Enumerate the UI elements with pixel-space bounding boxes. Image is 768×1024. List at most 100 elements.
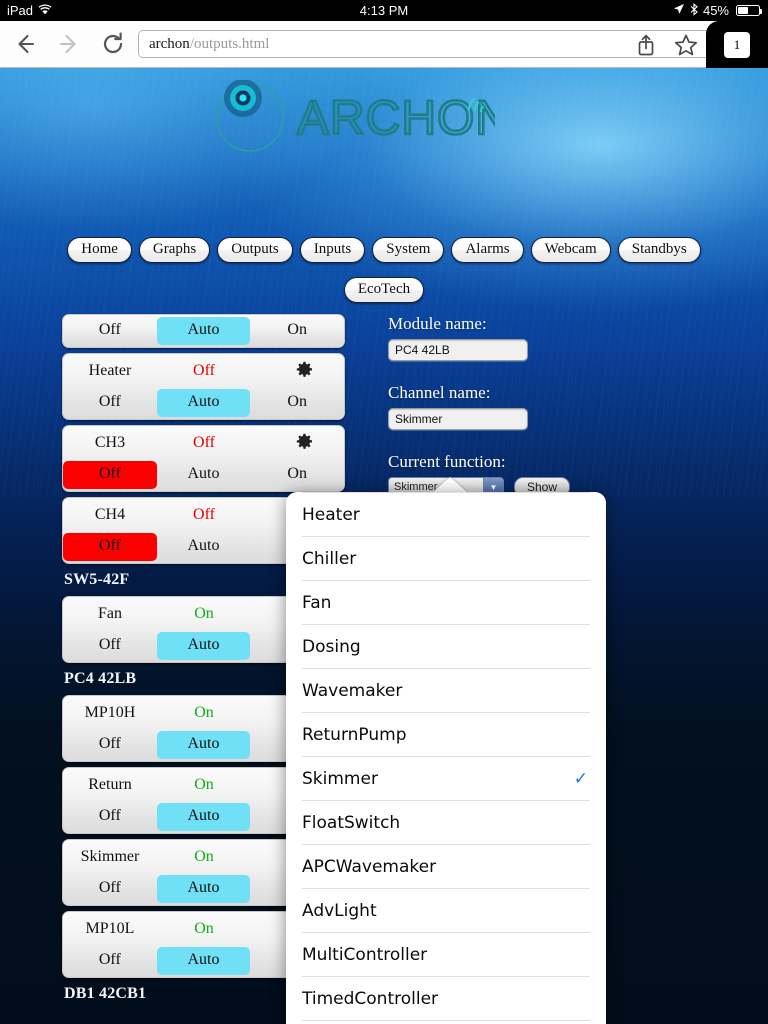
channel-state-label: On xyxy=(194,847,214,865)
channel-state-label: On xyxy=(194,703,214,721)
function-option-label: Skimmer xyxy=(302,768,378,789)
bookmark-star-icon[interactable] xyxy=(666,25,706,65)
site-logo: ARCHON xyxy=(0,80,768,160)
function-option-timedcontroller[interactable]: TimedController xyxy=(302,976,590,1020)
function-option-label: TimedController xyxy=(302,988,439,1009)
channel-card-header: CH3 Off xyxy=(63,426,344,459)
function-option-label: AdvLight xyxy=(302,900,377,921)
channel-name-label: Channel name: xyxy=(388,383,491,402)
channel-state-label: Off xyxy=(193,505,215,523)
nav-link-system[interactable]: System xyxy=(372,237,445,263)
function-option-dosing[interactable]: Dosing xyxy=(302,624,590,668)
mode-button-off[interactable]: Off xyxy=(63,533,157,561)
share-icon[interactable] xyxy=(626,25,666,65)
mode-button-auto[interactable]: Auto xyxy=(156,803,251,831)
tab-count-button[interactable]: 1 xyxy=(706,21,768,68)
gear-icon[interactable] xyxy=(294,359,314,379)
location-arrow-icon xyxy=(673,3,685,18)
nav-link-ecotech[interactable]: EcoTech xyxy=(343,277,425,303)
function-dropdown-popover: Heater Chiller Fan Dosing Wavemaker ReturnPum… xyxy=(286,492,606,1024)
module-name-label: Module name: xyxy=(388,314,487,333)
url-host: archon xyxy=(149,35,190,52)
function-option-advlight[interactable]: AdvLight xyxy=(302,888,590,932)
function-option-label: FloatSwitch xyxy=(302,812,401,833)
mode-button-off[interactable]: Off xyxy=(63,389,157,417)
module-name-input[interactable]: PC4 42LB xyxy=(388,339,528,361)
mode-button-auto[interactable]: Auto xyxy=(156,632,251,660)
mode-button-on[interactable]: On xyxy=(250,389,344,417)
mode-button-auto[interactable]: Auto xyxy=(156,947,251,975)
channel-state-label: Off xyxy=(193,361,215,379)
channel-state-label: On xyxy=(194,919,214,937)
url-path: /outputs.html xyxy=(189,35,270,52)
channel-card-header: Heater Off xyxy=(63,354,344,387)
forward-button[interactable] xyxy=(50,25,88,63)
function-option-returnpump[interactable]: ReturnPump xyxy=(302,712,590,756)
nav-link-standbys[interactable]: Standbys xyxy=(617,237,701,263)
current-function-label: Current function: xyxy=(388,452,506,471)
mode-button-off[interactable]: Off xyxy=(63,731,157,759)
mode-button-off[interactable]: Off xyxy=(63,803,157,831)
battery-icon xyxy=(736,5,762,16)
function-option-label: Fan xyxy=(302,592,332,613)
mode-button-auto[interactable]: Auto xyxy=(157,461,251,489)
mode-button-auto[interactable]: Auto xyxy=(156,389,251,417)
channel-name-label[interactable]: MP10H xyxy=(63,704,157,722)
nav-link-graphs[interactable]: Graphs xyxy=(138,237,211,263)
channel-detail-form: Module name: PC4 42LB Channel name: Skim… xyxy=(388,314,628,497)
function-option-label: Wavemaker xyxy=(302,680,403,701)
archon-logo-mark: ARCHON xyxy=(216,80,495,152)
status-right: 45% xyxy=(673,2,762,19)
gear-icon[interactable] xyxy=(294,431,314,451)
mode-button-off[interactable]: Off xyxy=(63,632,157,660)
svg-text:ARCHON: ARCHON xyxy=(297,92,495,145)
channel-state-label: Off xyxy=(193,433,215,451)
mode-button-on[interactable]: On xyxy=(250,461,344,489)
mode-button-auto[interactable]: Auto xyxy=(157,533,251,561)
channel-name-label[interactable]: CH3 xyxy=(63,434,157,452)
mode-button-off[interactable]: Off xyxy=(63,461,157,489)
channel-name-label[interactable]: Skimmer xyxy=(63,848,157,866)
channel-name-label[interactable]: Return xyxy=(63,776,157,794)
mode-button-auto[interactable]: Auto xyxy=(156,317,251,345)
function-option-mlc[interactable]: MLC xyxy=(302,1020,590,1024)
channel-mode-segments: OffAutoOn xyxy=(63,459,344,491)
mode-button-off[interactable]: Off xyxy=(63,875,157,903)
ios-status-bar: iPad 4:13 PM 45% xyxy=(0,0,768,21)
function-option-heater[interactable]: Heater xyxy=(302,492,590,536)
nav-link-webcam[interactable]: Webcam xyxy=(530,237,611,263)
nav-link-home[interactable]: Home xyxy=(67,237,132,263)
function-option-chiller[interactable]: Chiller xyxy=(302,536,590,580)
function-option-fan[interactable]: Fan xyxy=(302,580,590,624)
mode-button-auto[interactable]: Auto xyxy=(156,731,251,759)
channel-card: CH3 Off Off Auto On xyxy=(62,425,345,492)
channel-card: Off Auto On xyxy=(62,314,345,348)
ipad-screenshot: iPad 4:13 PM 45% archon /outputs.html 1 … xyxy=(0,0,768,1024)
popover-arrow xyxy=(432,477,468,493)
function-option-apcwavemaker[interactable]: APCWavemaker xyxy=(302,844,590,888)
channel-name-label[interactable]: Heater xyxy=(63,362,157,380)
function-option-label: Dosing xyxy=(302,636,361,657)
function-option-multicontroller[interactable]: MultiController xyxy=(302,932,590,976)
mode-button-off[interactable]: Off xyxy=(63,947,157,975)
channel-name-label[interactable]: MP10L xyxy=(63,920,157,938)
function-option-skimmer[interactable]: Skimmer ✓ xyxy=(302,756,590,800)
channel-state-label: On xyxy=(194,604,214,622)
mode-button-off[interactable]: Off xyxy=(63,317,157,345)
function-option-floatswitch[interactable]: FloatSwitch xyxy=(302,800,590,844)
tab-count-label: 1 xyxy=(724,31,750,58)
mode-button-on[interactable]: On xyxy=(250,317,344,345)
back-button[interactable] xyxy=(6,25,44,63)
channel-name-label[interactable]: Fan xyxy=(63,605,157,623)
channel-mode-segments: OffAutoOn xyxy=(63,387,344,419)
nav-link-inputs[interactable]: Inputs xyxy=(299,237,366,263)
nav-link-outputs[interactable]: Outputs xyxy=(217,237,293,263)
channel-name-label[interactable]: CH4 xyxy=(63,506,157,524)
mode-button-auto[interactable]: Auto xyxy=(156,875,251,903)
browser-toolbar: archon/outputs.html 1 xyxy=(0,21,768,68)
function-option-wavemaker[interactable]: Wavemaker xyxy=(302,668,590,712)
bluetooth-icon xyxy=(690,2,698,19)
nav-link-alarms[interactable]: Alarms xyxy=(451,237,524,263)
reload-button[interactable] xyxy=(94,25,132,63)
channel-name-input[interactable]: Skimmer xyxy=(388,408,528,430)
